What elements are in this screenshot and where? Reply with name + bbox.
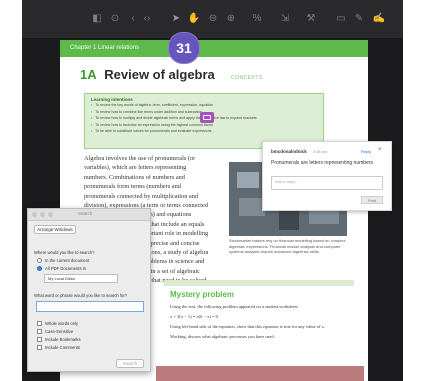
page-view-icon[interactable]: ⊙: [108, 12, 122, 26]
problem-line: Using the text, the following problem ap…: [170, 304, 299, 309]
concepts-label: CONCEPTS: [231, 75, 263, 81]
case-sensitive-label: Case-Sensitive: [45, 329, 74, 334]
option-all-label: All PDF Documents in: [45, 266, 86, 271]
footer-bar: [156, 366, 364, 381]
sign-icon[interactable]: ✍: [372, 12, 386, 26]
search-window-title: Search: [78, 211, 93, 216]
zoom-out-icon[interactable]: ‹: [126, 12, 140, 26]
radio-current-document[interactable]: [37, 258, 42, 263]
chapter-bar: Chapter 1 Linear relations: [60, 40, 368, 57]
comment-text: Pronumerals are letters representing num…: [271, 160, 373, 166]
where-label: Where would you like to search?: [34, 250, 95, 255]
problem-text: Using the text, the following problem ap…: [170, 302, 355, 342]
include-bookmarks-label: Include Bookmarks: [45, 337, 81, 342]
include-bookmarks-checkbox[interactable]: [37, 337, 42, 342]
section-number: 1A: [80, 67, 97, 82]
option-current-label: In the current document: [45, 258, 90, 263]
page-title: 1A Review of algebra: [80, 67, 215, 82]
hand-icon[interactable]: ✋: [187, 12, 201, 26]
zoom-in-icon[interactable]: ‹›: [140, 12, 154, 26]
intention-item: To be able to substitute values for pron…: [91, 128, 317, 135]
close-window-button[interactable]: [32, 212, 37, 217]
zoom-percent-icon[interactable]: %: [248, 12, 266, 26]
reply-link[interactable]: Reply: [361, 149, 371, 154]
include-comments-checkbox[interactable]: [37, 345, 42, 350]
zoom-window-button[interactable]: [48, 212, 53, 217]
search-button[interactable]: Search: [116, 359, 144, 368]
tools-icon[interactable]: ⚒: [304, 12, 318, 26]
problem-line: Using left-hand side of the equation, sh…: [170, 324, 325, 329]
comment-user: bmcdonalndnick: [271, 149, 307, 154]
section-heading: Mystery problem: [170, 290, 235, 299]
radio-all-pdfs[interactable]: [37, 266, 42, 271]
problem-line: x + 3(x − 1) = x(6 − x) = 0.: [170, 314, 220, 319]
step-badge: 31: [168, 32, 200, 64]
comment-time: 3:38 pm: [313, 149, 328, 154]
fit-icon[interactable]: ⇲: [278, 12, 292, 26]
case-sensitive-checkbox[interactable]: [37, 329, 42, 334]
location-select[interactable]: My Local Disks: [44, 274, 118, 283]
search-titlebar[interactable]: Search: [28, 209, 150, 221]
whole-words-checkbox[interactable]: [37, 321, 42, 326]
photo-caption: Stockmarket traders rely on financial mo…: [229, 238, 346, 254]
highlight-band: [164, 280, 354, 286]
reply-input[interactable]: Add a reply...: [271, 176, 383, 190]
minimize-window-button[interactable]: [40, 212, 45, 217]
close-icon[interactable]: ×: [378, 147, 382, 153]
post-button[interactable]: Post: [361, 196, 383, 204]
comment-marker-icon[interactable]: [200, 112, 214, 123]
zoom-in-circle-icon[interactable]: ⊕: [224, 12, 238, 26]
zoom-out-circle-icon[interactable]: ⊖: [206, 12, 220, 26]
toolbar: ◧ ⊙ ‹ ‹› ➤ ✋ ⊖ ⊕ % ⇲ ⚒ ▭ ✎ ✍: [22, 0, 403, 38]
whole-words-label: Whole words only: [45, 321, 79, 326]
intention-item: To review the key words of algebra: term…: [91, 102, 317, 109]
arrange-windows-button[interactable]: Arrange Windows: [34, 225, 76, 234]
comment-popup: bmcdonalndnick 3:38 pm Reply × Pronumera…: [262, 141, 392, 211]
include-comments-label: Include Comments: [45, 345, 80, 350]
search-window: Search Arrange Windows Where would you l…: [27, 208, 151, 372]
sidebar-icon[interactable]: ◧: [90, 12, 104, 26]
pencil-icon[interactable]: ✎: [352, 12, 366, 26]
cursor-icon[interactable]: ➤: [169, 12, 183, 26]
problem-line: Working, discuss what algebraic processe…: [170, 334, 275, 339]
search-query-input[interactable]: [36, 301, 144, 312]
section-title: Review of algebra: [104, 67, 215, 82]
what-label: What word or phrase would you like to se…: [34, 293, 128, 298]
comment-tool-icon[interactable]: ▭: [334, 12, 348, 26]
